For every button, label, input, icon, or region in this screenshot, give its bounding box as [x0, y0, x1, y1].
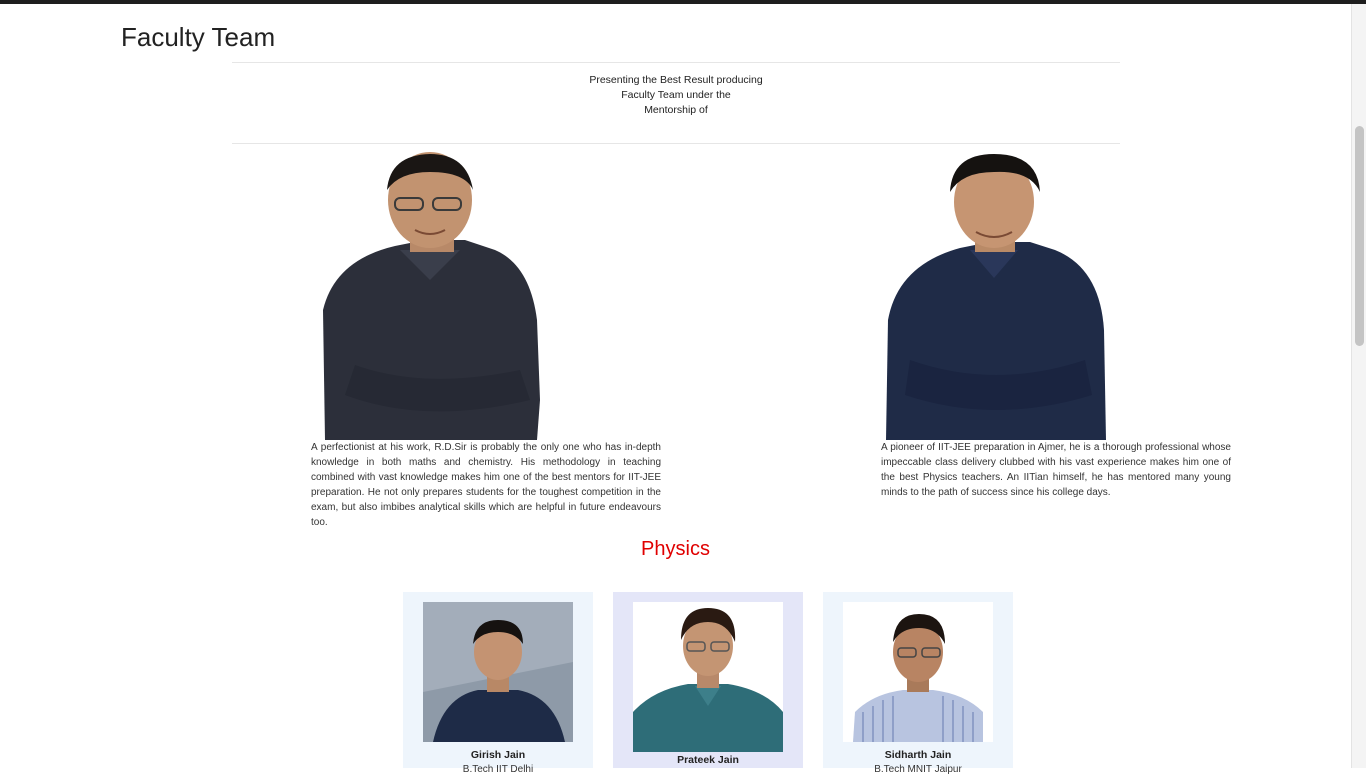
page-title: Faculty Team: [121, 22, 276, 52]
divider-top: [232, 62, 1120, 63]
scrollbar-thumb[interactable]: [1355, 126, 1364, 346]
faculty-card[interactable]: Sidharth Jain B.Tech MNIT Jaipur: [823, 592, 1013, 775]
faculty-photo: [843, 602, 993, 742]
mentor-2-photo: [880, 150, 1110, 440]
mentor-2-bio: A pioneer of IIT-JEE preparation in Ajme…: [881, 442, 1231, 498]
intro-text: Presenting the Best Result producing Fac…: [560, 73, 792, 118]
faculty-name: Prateek Jain: [677, 754, 739, 766]
intro-line-2: Faculty Team under the: [621, 89, 731, 101]
faculty-card[interactable]: Girish Jain B.Tech IIT Delhi: [403, 592, 593, 775]
divider-bottom: [232, 143, 1120, 144]
faculty-qualification: B.Tech IIT Delhi: [462, 764, 534, 775]
faculty-photo: [633, 602, 783, 752]
faculty-name: Sidharth Jain: [884, 749, 952, 761]
mentor-1-photo: [315, 150, 545, 440]
intro-line-3: Mentorship of: [644, 104, 708, 116]
browser-top-border: [0, 0, 1366, 4]
faculty-qualification: B.Tech MNIT Jaipur: [874, 764, 962, 775]
vertical-scrollbar[interactable]: [1351, 4, 1366, 768]
faculty-name: Girish Jain: [470, 749, 526, 761]
mentor-1-bio: A perfectionist at his work, R.D.Sir is …: [311, 442, 661, 528]
faculty-card[interactable]: Prateek Jain: [613, 592, 803, 768]
intro-line-1: Presenting the Best Result producing: [589, 74, 763, 86]
physics-heading: Physics: [641, 538, 710, 560]
faculty-photo: [423, 602, 573, 742]
